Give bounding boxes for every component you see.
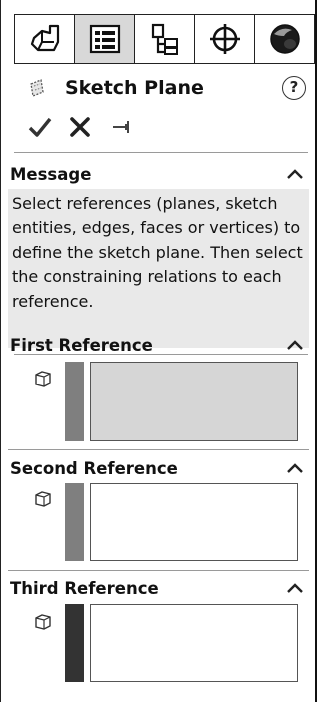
first-reference-header[interactable]: First Reference	[1, 335, 316, 363]
dimxpert-manager-icon	[209, 24, 240, 54]
tab-dimxpert-manager[interactable]	[195, 15, 255, 63]
selection-color-bar	[65, 362, 84, 441]
action-row	[1, 112, 316, 146]
message-title: Message	[10, 165, 92, 184]
chevron-up-icon[interactable]	[286, 582, 304, 594]
reference-box-icon	[35, 491, 51, 507]
divider	[14, 152, 308, 153]
first-reference-title: First Reference	[10, 336, 153, 355]
reference-box-icon	[35, 371, 51, 387]
tab-feature-manager[interactable]	[15, 15, 75, 63]
pushpin-icon[interactable]	[111, 116, 133, 138]
property-manager-icon	[89, 24, 120, 54]
first-reference-selection-box[interactable]	[90, 362, 298, 441]
sketch-plane-icon	[30, 79, 44, 97]
tab-property-manager[interactable]	[75, 15, 135, 63]
tab-display-manager[interactable]	[255, 15, 314, 63]
property-manager-panel: Sketch Plane ? Message Select references…	[0, 0, 317, 702]
display-manager-icon	[269, 24, 300, 54]
chevron-up-icon[interactable]	[286, 462, 304, 474]
tab-configuration-manager[interactable]	[135, 15, 195, 63]
third-reference-header[interactable]: Third Reference	[1, 576, 316, 604]
message-group-header[interactable]: Message	[1, 162, 316, 190]
configuration-manager-icon	[151, 23, 178, 55]
help-button[interactable]: ?	[282, 76, 306, 100]
third-reference-selection-box[interactable]	[90, 604, 298, 682]
divider	[8, 449, 309, 450]
page-title: Sketch Plane	[65, 77, 204, 99]
divider	[8, 570, 309, 571]
reference-box-icon	[35, 614, 51, 630]
message-text: Select references (planes, sketch entiti…	[8, 189, 309, 348]
second-reference-title: Second Reference	[10, 459, 178, 478]
property-manager-header: Sketch Plane ?	[1, 70, 316, 106]
selection-color-bar	[65, 604, 84, 682]
chevron-up-icon[interactable]	[286, 339, 304, 351]
checkmark-icon[interactable]	[28, 116, 52, 138]
selection-color-bar	[65, 483, 84, 561]
manager-tab-bar	[14, 14, 315, 64]
close-icon[interactable]	[69, 116, 91, 138]
second-reference-selection-box[interactable]	[90, 483, 298, 561]
chevron-up-icon[interactable]	[286, 168, 304, 180]
second-reference-header[interactable]: Second Reference	[1, 456, 316, 484]
third-reference-title: Third Reference	[10, 579, 159, 598]
feature-manager-icon	[30, 24, 59, 52]
